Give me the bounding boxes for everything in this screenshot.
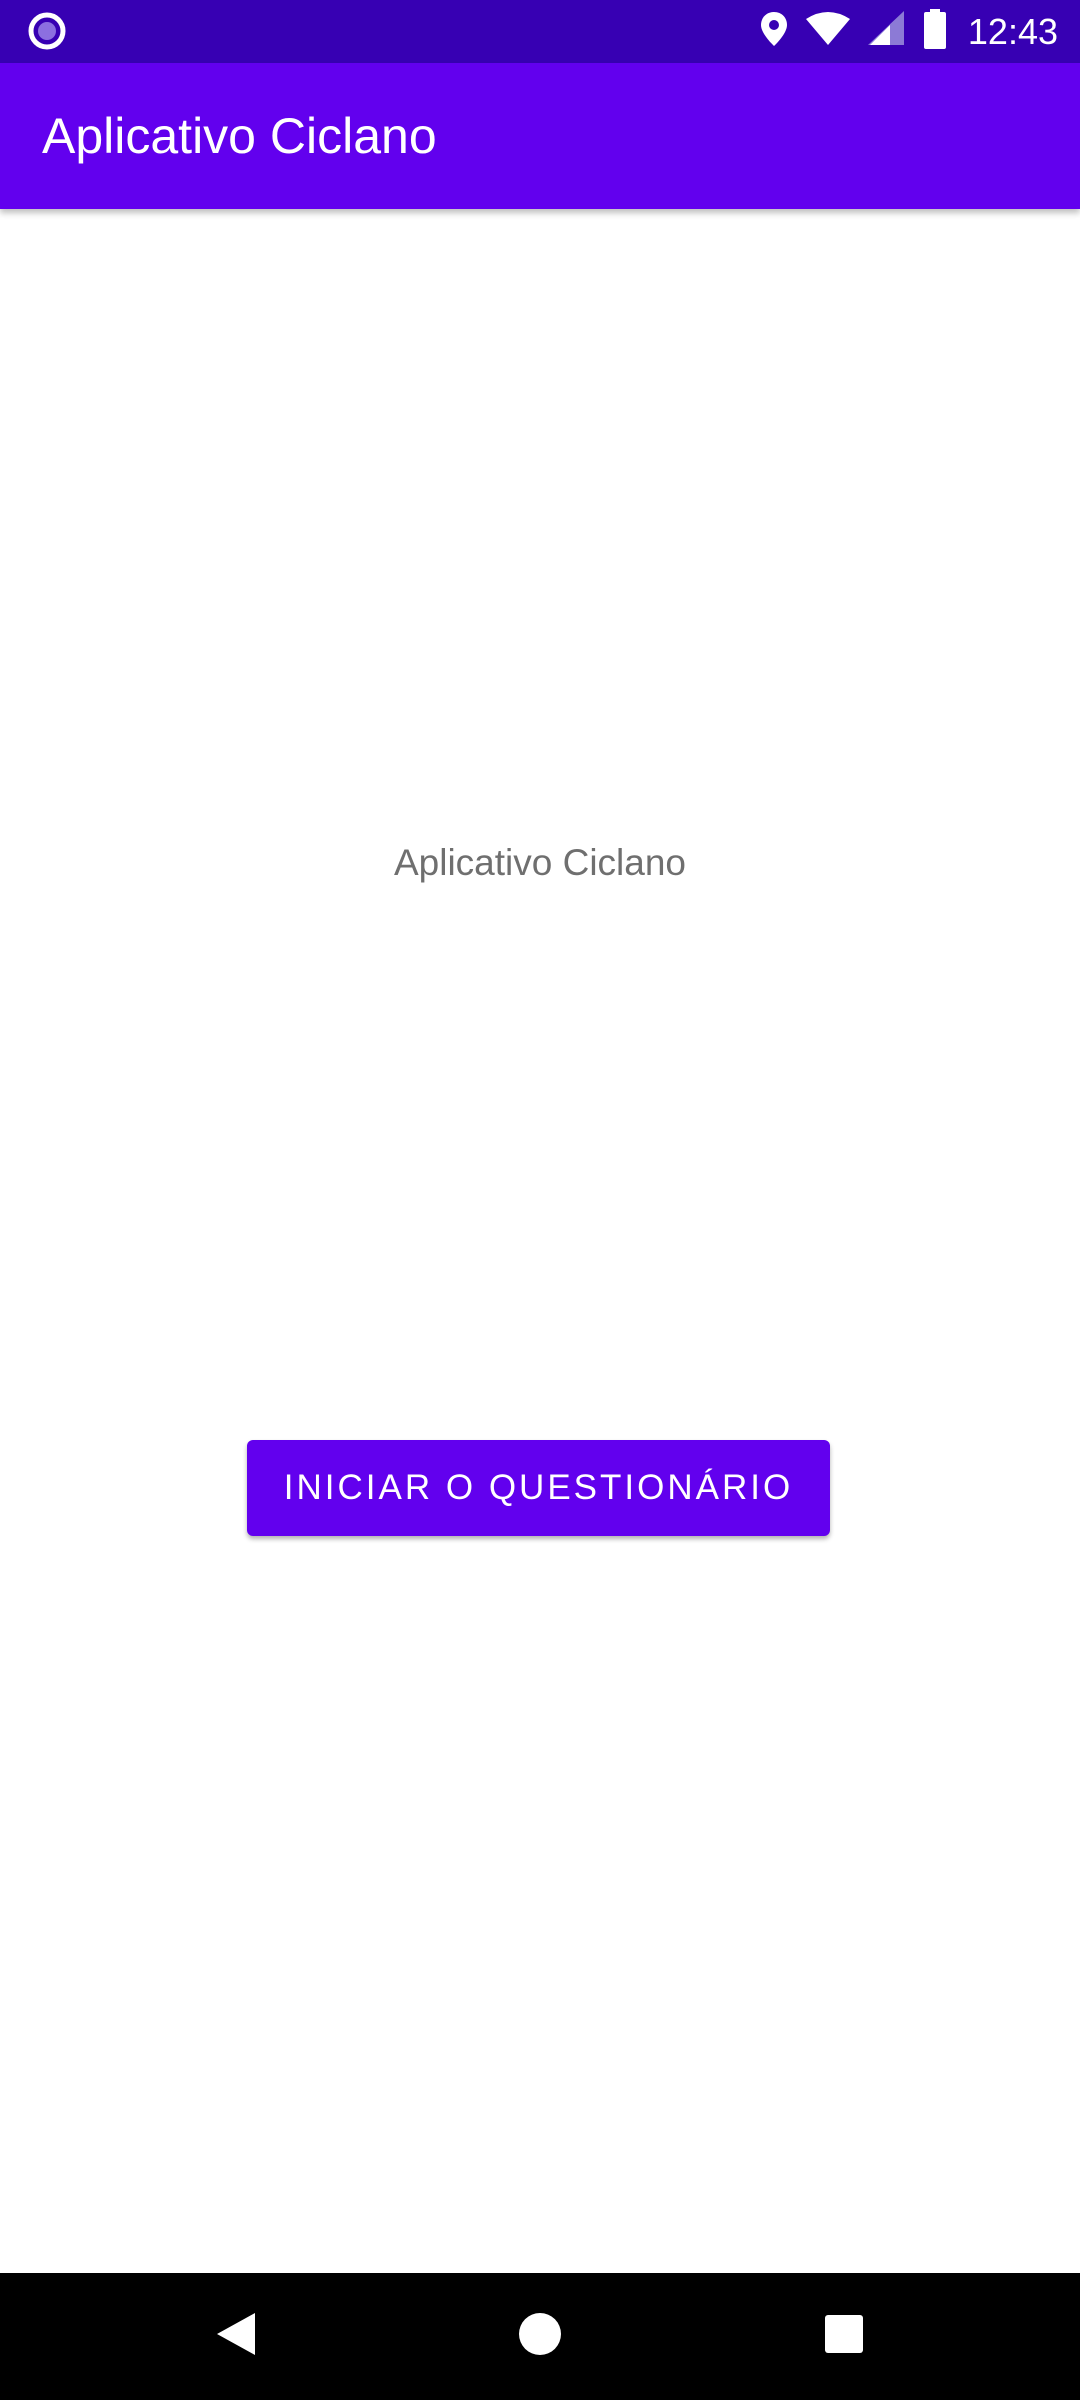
app-bar: Aplicativo Ciclano <box>0 63 1080 209</box>
cell-signal-icon <box>867 11 906 52</box>
wifi-icon <box>805 11 850 52</box>
recents-icon <box>824 2314 864 2359</box>
status-bar: 12:43 <box>0 0 1080 63</box>
app-name-label: Aplicativo Ciclano <box>393 842 687 883</box>
nav-recents-button[interactable] <box>774 2273 914 2400</box>
status-time: 12:43 <box>967 10 1058 52</box>
navigation-bar <box>0 2273 1080 2400</box>
back-icon <box>215 2311 257 2362</box>
app-bar-title: Aplicativo Ciclano <box>42 108 437 164</box>
status-icons: 12:43 <box>760 0 1058 63</box>
location-icon <box>760 10 788 53</box>
home-icon <box>518 2312 562 2361</box>
screen: 12:43 Aplicativo Ciclano Aplicativo Cicl… <box>0 0 1080 2400</box>
nav-home-button[interactable] <box>470 2273 610 2400</box>
nav-back-button[interactable] <box>166 2273 306 2400</box>
battery-icon <box>923 9 946 54</box>
notification-dot-icon <box>28 12 66 50</box>
start-questionnaire-button[interactable]: INICIAR O QUESTIONÁRIO <box>247 1440 830 1536</box>
